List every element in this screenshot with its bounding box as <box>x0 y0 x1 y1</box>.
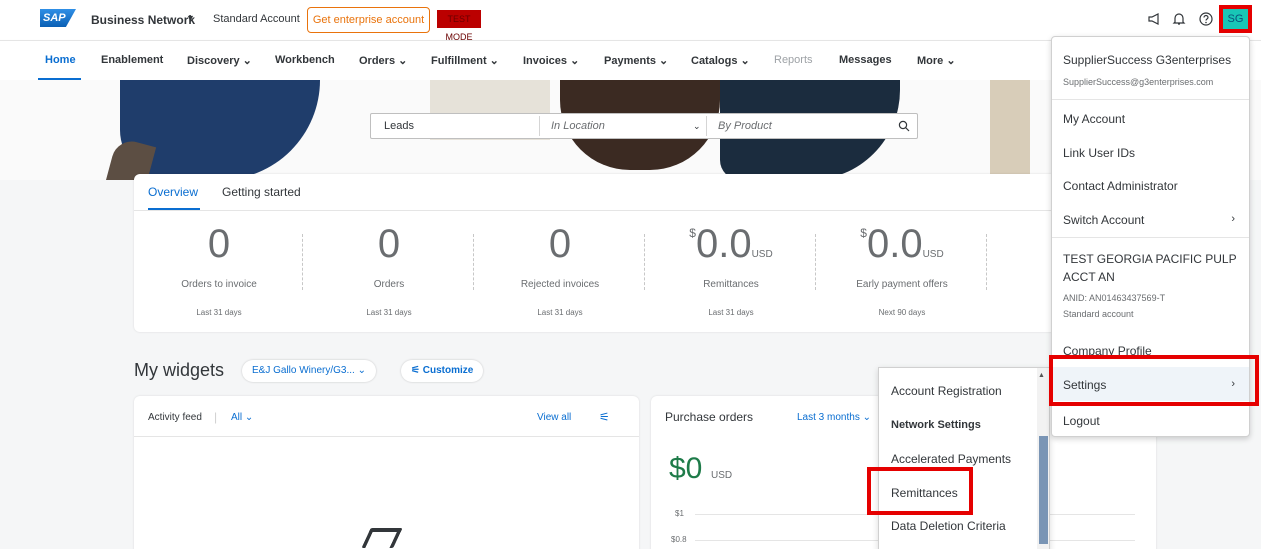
tab-getting-started[interactable]: Getting started <box>222 185 301 199</box>
account-type-label: Standard Account <box>213 13 300 25</box>
currency-unit: USD <box>751 249 773 260</box>
filter-settings-icon[interactable]: ⚟ <box>599 410 610 424</box>
menu-item-contact-administrator[interactable]: Contact Administrator <box>1063 179 1178 193</box>
settings-submenu: Account Registration Network Settings Ac… <box>878 367 1050 549</box>
test-mode-badge: TEST MODE <box>437 10 481 42</box>
chevron-down-icon[interactable]: ⌄ <box>693 114 701 138</box>
nav-messages[interactable]: Messages <box>839 54 892 66</box>
menu-item-my-account[interactable]: My Account <box>1063 112 1125 126</box>
customer-filter-dropdown[interactable]: E&J Gallo Winery/G3... ⌄ <box>242 360 376 382</box>
tile-label: Orders to invoice <box>181 279 257 290</box>
tile-label: Rejected invoices <box>520 279 600 290</box>
tab-overview[interactable]: Overview <box>148 185 198 199</box>
submenu-scroll-thumb[interactable] <box>1039 436 1048 544</box>
menu-item-settings[interactable]: Settings <box>1063 378 1106 392</box>
help-icon[interactable] <box>1199 12 1213 29</box>
purchase-orders-title: Purchase orders <box>665 410 754 424</box>
nav-reports: Reports <box>774 54 813 66</box>
customize-button[interactable]: ⚟ Customize <box>401 360 484 382</box>
menu-item-data-deletion-criteria[interactable]: Data Deletion Criteria <box>891 519 1006 533</box>
axis-tick: $0.8 <box>671 535 687 544</box>
overview-card: Overview Getting started 0 Orders to inv… <box>134 174 1134 332</box>
nav-payments[interactable]: Payments ⌄ <box>604 54 668 67</box>
user-avatar[interactable]: SG <box>1223 9 1248 29</box>
business-network-label[interactable]: Business Network <box>91 13 195 27</box>
view-all-link[interactable]: View all <box>537 412 571 423</box>
my-widgets-title: My widgets <box>134 360 225 380</box>
tile-remittances[interactable]: $0.0USD Remittances Last 31 days <box>646 214 816 324</box>
company-account-type: Standard account <box>1063 309 1134 319</box>
tile-period: Next 90 days <box>878 308 926 317</box>
leads-search-bar: Leads In Location ⌄ By Product <box>370 113 918 139</box>
document-icon <box>361 528 403 548</box>
company-anid: ANID: AN01463437569-T <box>1063 293 1166 303</box>
nav-catalogs[interactable]: Catalogs ⌄ <box>691 54 750 67</box>
menu-header-network-settings: Network Settings <box>891 419 981 431</box>
activity-filter-dropdown[interactable]: All ⌄ <box>231 412 253 423</box>
menu-item-company-profile[interactable]: Company Profile <box>1063 344 1152 358</box>
chevron-right-icon: › <box>1231 213 1235 225</box>
currency-unit: USD <box>922 249 944 260</box>
tile-value: 0.0 <box>866 222 923 266</box>
axis-tick: $1 <box>675 509 684 518</box>
tile-value: 0.0 <box>695 222 752 266</box>
menu-item-switch-account[interactable]: Switch Account <box>1063 213 1144 227</box>
scroll-up-icon[interactable]: ▲ <box>1038 372 1045 379</box>
sap-logo[interactable]: SAP <box>40 9 76 27</box>
po-amount: $0 <box>669 452 703 485</box>
get-enterprise-account-button[interactable]: Get enterprise account <box>307 7 430 33</box>
activity-feed-title: Activity feed <box>148 412 202 423</box>
sliders-icon: ⚟ <box>411 365 423 376</box>
tile-period: Last 31 days <box>196 308 242 317</box>
nav-invoices[interactable]: Invoices ⌄ <box>523 54 579 67</box>
po-unit: USD <box>711 470 733 481</box>
menu-item-account-registration[interactable]: Account Registration <box>891 384 1002 398</box>
tile-value: 0 <box>548 222 572 266</box>
search-type-select[interactable]: Leads <box>384 114 414 138</box>
location-input[interactable]: In Location <box>551 114 605 138</box>
tile-orders[interactable]: 0 Orders Last 31 days <box>304 214 474 324</box>
tile-label: Orders <box>373 279 405 290</box>
tile-label: Early payment offers <box>856 279 948 290</box>
search-icon[interactable] <box>898 114 910 138</box>
nav-enablement[interactable]: Enablement <box>101 54 163 66</box>
currency-symbol: $ <box>860 226 867 240</box>
tile-early-payment-offers[interactable]: $0.0USD Early payment offers Next 90 day… <box>817 214 987 324</box>
nav-discovery[interactable]: Discovery ⌄ <box>187 54 252 67</box>
currency-symbol: $ <box>689 226 696 240</box>
menu-item-link-user-ids[interactable]: Link User IDs <box>1063 146 1135 160</box>
tile-period: Last 31 days <box>366 308 412 317</box>
user-menu: SupplierSuccess G3enterprises SupplierSu… <box>1051 36 1250 437</box>
tile-label: Remittances <box>703 279 759 290</box>
megaphone-icon[interactable] <box>1147 12 1161 29</box>
tile-orders-to-invoice[interactable]: 0 Orders to invoice Last 31 days <box>134 214 304 324</box>
nav-orders[interactable]: Orders ⌄ <box>359 54 407 67</box>
tile-rejected-invoices[interactable]: 0 Rejected invoices Last 31 days <box>475 214 645 324</box>
nav-fulfillment[interactable]: Fulfillment ⌄ <box>431 54 499 67</box>
caret-down-icon[interactable]: ▼ <box>186 13 195 23</box>
tile-period: Last 31 days <box>708 308 754 317</box>
menu-item-logout[interactable]: Logout <box>1063 414 1100 428</box>
activity-feed-widget: Activity feed | All ⌄ View all ⚟ <box>134 396 639 549</box>
top-bar: SAP Business Network ▼ Standard Account … <box>0 0 1261 42</box>
nav-workbench[interactable]: Workbench <box>275 54 335 66</box>
nav-home[interactable]: Home <box>45 54 76 66</box>
nav-more[interactable]: More ⌄ <box>917 54 956 67</box>
menu-item-accelerated-payments[interactable]: Accelerated Payments <box>891 452 1011 466</box>
chevron-right-icon: › <box>1231 378 1235 390</box>
product-input[interactable]: By Product <box>718 114 772 138</box>
menu-item-remittances[interactable]: Remittances <box>891 486 958 500</box>
tile-period: Last 31 days <box>537 308 583 317</box>
user-name: SupplierSuccess G3enterprises <box>1063 53 1232 67</box>
tile-value: 0 <box>377 222 401 266</box>
customize-label: Customize <box>422 365 474 376</box>
tile-value: 0 <box>207 222 231 266</box>
range-dropdown[interactable]: Last 3 months ⌄ <box>797 412 871 423</box>
company-name: TEST GEORGIA PACIFIC PULP ACCT AN <box>1063 252 1237 284</box>
user-email: SupplierSuccess@g3enterprises.com <box>1063 77 1214 87</box>
bell-icon[interactable] <box>1172 12 1186 29</box>
